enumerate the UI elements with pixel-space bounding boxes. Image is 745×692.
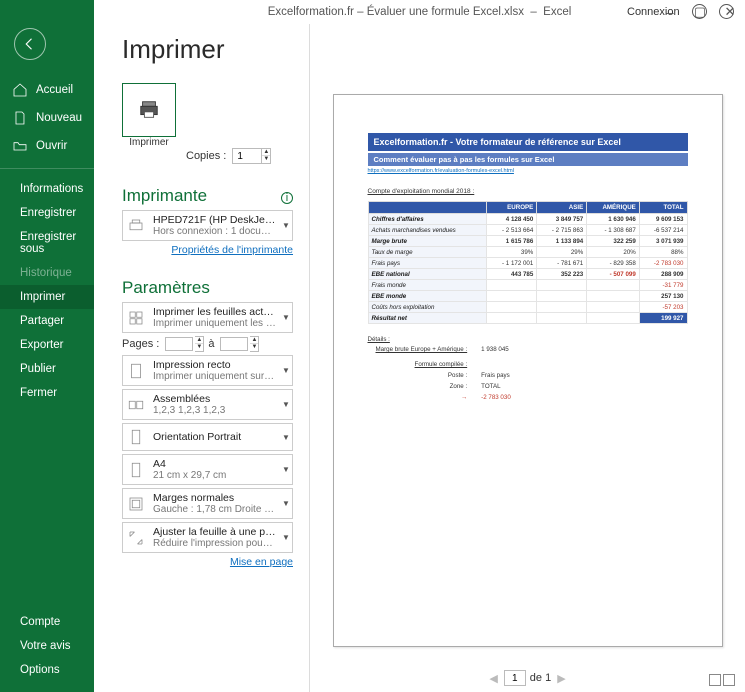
margins-icon [123,495,149,513]
sidebar-item-fermer[interactable]: Fermer [0,381,94,405]
a4-icon [123,461,149,479]
chevron-down-icon: ▼ [280,499,292,508]
print-button[interactable] [122,83,176,137]
sidebar-item-historique: Historique [0,261,94,285]
sidebar-label: Accueil [36,84,73,96]
document-title: Excelformation.fr – Évaluer une formule … [268,6,572,18]
file-icon [12,110,28,126]
section-printer-heading: Imprimante [122,186,293,206]
chevron-down-icon: ▼ [280,400,292,409]
side-select[interactable]: Impression recto Imprimer uniquement sur… [122,355,293,386]
prev-page-button[interactable]: ◀ [489,672,497,685]
main-area: Excelformation.fr – Évaluer une formule … [94,0,745,692]
scaling-select[interactable]: Ajuster la feuille à une page Réduire l'… [122,522,293,553]
copies-input[interactable] [232,148,262,164]
orientation-select[interactable]: Orientation Portrait ▼ [122,423,293,451]
page-number-input[interactable] [504,670,526,686]
sidebar-item-options[interactable]: Options [0,658,94,682]
sidebar-separator [0,168,94,169]
portrait-icon [123,428,149,446]
minimize-button[interactable]: – [655,5,685,20]
pages-to-spinner[interactable]: ▲▼ [250,336,259,352]
collate-icon [123,396,149,414]
page-of-label: de 1 [530,672,551,684]
preview-pager: ◀ de 1 ▶ [310,670,745,686]
chevron-down-icon: ▼ [280,313,292,322]
preview-panel: Excelformation.fr - Votre formateur de r… [309,24,745,692]
chevron-down-icon: ▼ [280,221,292,230]
sidebar-item-enregistrer-sous[interactable]: Enregistrer sous [0,225,94,261]
fit-icon [123,529,149,547]
sidebar-label: Ouvrir [36,140,67,152]
pages-label: Pages : [122,338,159,350]
folder-open-icon [12,138,28,154]
arrow-left-icon [21,35,39,53]
copies-label: Copies : [186,150,226,162]
page-preview: Excelformation.fr - Votre formateur de r… [333,94,723,647]
next-page-button[interactable]: ▶ [557,672,565,685]
sidebar-item-exporter[interactable]: Exporter [0,333,94,357]
pages-to-label: à [208,338,214,350]
show-margins-button[interactable] [709,674,721,686]
page-setup-link[interactable]: Mise en page [122,556,293,568]
collate-select[interactable]: Assemblées 1,2,3 1,2,3 1,2,3 ▼ [122,389,293,420]
paper-size-select[interactable]: A4 21 cm x 29,7 cm ▼ [122,454,293,485]
preview-caption: Compte d'exploitation mondial 2018 : [368,188,688,195]
sidebar-item-votre-avis[interactable]: Votre avis [0,634,94,658]
print-what-select[interactable]: Imprimer les feuilles actives Imprimer u… [122,302,293,333]
content-row: Imprimer Imprimer Copies : ▲▼ Imprimante… [94,24,745,692]
pages-to-input[interactable] [220,337,248,351]
page-title: Imprimer [122,34,293,65]
zoom-to-page-button[interactable] [723,674,735,686]
maximize-button[interactable]: ▢ [685,4,715,20]
print-settings-panel: Imprimer Imprimer Copies : ▲▼ Imprimante… [94,24,309,692]
chevron-down-icon: ▼ [280,533,292,542]
pages-from-input[interactable] [165,337,193,351]
printer-properties-link[interactable]: Propriétés de l'imprimante [122,244,293,256]
preview-data-table: EUROPEASIEAMÉRIQUETOTALChiffres d'affair… [368,201,688,324]
sidebar-item-enregistrer[interactable]: Enregistrer [0,201,94,225]
sidebar-item-partager[interactable]: Partager [0,309,94,333]
preview-detail: Détails : Marge brute Europe + Amérique … [368,336,688,404]
printer-status: Hors connexion : 1 docume… [153,226,276,237]
chevron-down-icon: ▼ [280,366,292,375]
close-button[interactable]: ✕ [715,4,745,20]
page-icon [123,362,149,380]
printer-select[interactable]: HPED721F (HP DeskJet 2600… Hors connexio… [122,210,293,241]
preview-zoom-controls [709,674,735,686]
preview-link: https://www.excelformation.fr/evaluation… [368,168,688,174]
printer-name: HPED721F (HP DeskJet 2600… [153,214,276,226]
sidebar-item-compte[interactable]: Compte [0,610,94,634]
sidebar-label: Nouveau [36,112,82,124]
window-controls: – ▢ ✕ [655,0,745,24]
sidebar-item-nouveau[interactable]: Nouveau [0,104,94,132]
sidebar-item-accueil[interactable]: Accueil [0,76,94,104]
sidebar-bottom: Compte Votre avis Options [0,610,94,682]
sidebar-item-informations[interactable]: Informations [0,177,94,201]
printer-icon [138,99,160,121]
copies-control: Copies : ▲▼ [186,148,293,164]
printer-device-icon [123,217,149,235]
pages-range: Pages : ▲▼ à ▲▼ [122,336,293,352]
back-button[interactable] [14,28,46,60]
pages-from-spinner[interactable]: ▲▼ [195,336,204,352]
home-icon [12,82,28,98]
sidebar-item-imprimer[interactable]: Imprimer [0,285,94,309]
info-icon[interactable]: i [281,192,293,204]
chevron-down-icon: ▼ [280,465,292,474]
backstage-sidebar: Accueil Nouveau Ouvrir Informations Enre… [0,0,94,692]
section-params-heading: Paramètres [122,278,293,298]
preview-banner2: Comment évaluer pas à pas les formules s… [368,153,688,166]
preview-banner1: Excelformation.fr - Votre formateur de r… [368,133,688,151]
sheets-icon [123,309,149,327]
sidebar-item-ouvrir[interactable]: Ouvrir [0,132,94,160]
sidebar-item-publier[interactable]: Publier [0,357,94,381]
margins-select[interactable]: Marges normales Gauche : 1,78 cm Droite … [122,488,293,519]
arrow-right-icon: → [461,394,467,401]
copies-spinner[interactable]: ▲▼ [262,148,271,164]
chevron-down-icon: ▼ [280,433,292,442]
